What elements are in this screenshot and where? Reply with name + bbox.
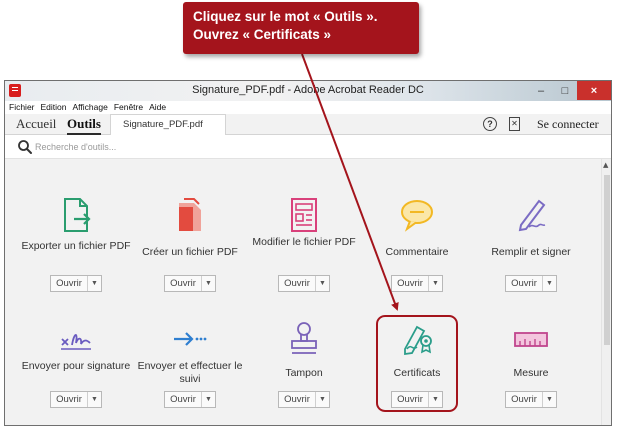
mobile-link-icon[interactable]: ✕ [509, 117, 520, 131]
minimize-button[interactable]: – [529, 81, 553, 100]
tool-send-track[interactable]: Envoyer et effectuer le suivi Ouvrir ▼ [135, 319, 245, 408]
tool-send-signature[interactable]: Envoyer pour signature Ouvrir ▼ [21, 319, 131, 408]
tools-grid: Exporter un fichier PDF Ouvrir ▼ Créer un… [5, 159, 601, 425]
open-button[interactable]: Ouvrir ▼ [391, 275, 443, 292]
export-pdf-icon [64, 198, 91, 232]
create-pdf-icon [179, 198, 201, 231]
chevron-down-icon[interactable]: ▼ [88, 392, 101, 407]
tab-document[interactable]: Signature_PDF.pdf [110, 114, 226, 135]
tool-stamp[interactable]: Tampon Ouvrir ▼ [249, 319, 359, 408]
fill-sign-icon [518, 199, 546, 232]
open-button[interactable]: Ouvrir ▼ [278, 275, 330, 292]
open-button[interactable]: Ouvrir ▼ [164, 391, 216, 408]
vertical-scrollbar[interactable]: ▲ [601, 159, 611, 425]
tool-export-pdf[interactable]: Exporter un fichier PDF Ouvrir ▼ [21, 195, 131, 292]
menu-fenetre[interactable]: Fenêtre [114, 101, 143, 114]
window-title: Signature_PDF.pdf - Adobe Acrobat Reader… [192, 84, 424, 96]
tool-label: Créer un fichier PDF [142, 246, 238, 258]
open-button[interactable]: Ouvrir ▼ [505, 391, 557, 408]
chevron-down-icon[interactable]: ▼ [316, 392, 329, 407]
tool-fill-sign[interactable]: Remplir et signer Ouvrir ▼ [476, 195, 586, 292]
chevron-down-icon[interactable]: ▼ [316, 276, 329, 291]
tool-measure[interactable]: Mesure Ouvrir ▼ [476, 319, 586, 408]
window-controls: – □ × [529, 81, 611, 100]
chevron-down-icon[interactable]: ▼ [543, 276, 556, 291]
measure-icon [514, 332, 548, 347]
open-button[interactable]: Ouvrir ▼ [164, 275, 216, 292]
tool-create-pdf[interactable]: Créer un fichier PDF Ouvrir ▼ [135, 195, 245, 292]
comment-icon [401, 200, 433, 232]
send-track-icon [174, 332, 207, 346]
chevron-down-icon[interactable]: ▼ [202, 392, 215, 407]
screenshot: Signature_PDF.pdf - Adobe Acrobat Reader… [0, 0, 617, 432]
maximize-button[interactable]: □ [553, 81, 577, 100]
certificates-highlight-box [376, 315, 458, 412]
tool-label: Exporter un fichier PDF [21, 240, 131, 252]
tool-label: Commentaire [385, 246, 449, 258]
tool-label: Mesure [513, 367, 549, 379]
send-signature-icon [61, 334, 91, 350]
tools-search-bar [5, 135, 611, 159]
scroll-up-icon[interactable]: ▲ [603, 161, 608, 169]
chevron-down-icon[interactable]: ▼ [202, 276, 215, 291]
open-button[interactable]: Ouvrir ▼ [278, 391, 330, 408]
close-button[interactable]: × [577, 81, 611, 100]
chevron-down-icon[interactable]: ▼ [543, 392, 556, 407]
help-icon[interactable]: ? [483, 117, 497, 131]
tool-label: Envoyer pour signature [21, 360, 131, 372]
tab-bar: Accueil Outils Signature_PDF.pdf ? ✕ Se … [5, 114, 611, 135]
search-input[interactable] [35, 139, 235, 154]
tool-label: Remplir et signer [491, 246, 571, 258]
menu-bar: Fichier Edition Affichage Fenêtre Aide [5, 101, 611, 114]
callout-line-1: Cliquez sur le mot « Outils ». [193, 9, 378, 24]
open-button[interactable]: Ouvrir ▼ [50, 275, 102, 292]
menu-aide[interactable]: Aide [149, 101, 166, 114]
tool-label: Envoyer et effectuer le suivi [137, 360, 243, 385]
edit-pdf-icon [291, 198, 317, 232]
open-button[interactable]: Ouvrir ▼ [50, 391, 102, 408]
tab-outils[interactable]: Outils [67, 116, 101, 135]
callout-line-2: Ouvrez « Certificats » [193, 27, 332, 42]
tool-comment[interactable]: Commentaire Ouvrir ▼ [362, 195, 472, 292]
chevron-down-icon[interactable]: ▼ [88, 276, 101, 291]
instruction-callout: Cliquez sur le mot « Outils ». Ouvrez « … [183, 2, 419, 54]
open-button[interactable]: Ouvrir ▼ [505, 275, 557, 292]
tool-edit-pdf[interactable]: Modifier le fichier PDF Ouvrir ▼ [249, 195, 359, 292]
tab-accueil[interactable]: Accueil [16, 116, 56, 132]
chevron-down-icon[interactable]: ▼ [429, 276, 442, 291]
search-icon [18, 140, 32, 154]
tool-label: Modifier le fichier PDF [252, 236, 356, 248]
menu-edition[interactable]: Edition [41, 101, 67, 114]
menu-affichage[interactable]: Affichage [73, 101, 108, 114]
stamp-icon [291, 322, 317, 354]
scroll-thumb[interactable] [604, 175, 610, 345]
menu-fichier[interactable]: Fichier [9, 101, 35, 114]
acrobat-window: Signature_PDF.pdf - Adobe Acrobat Reader… [4, 80, 612, 426]
tool-label: Tampon [285, 367, 323, 379]
title-bar[interactable]: Signature_PDF.pdf - Adobe Acrobat Reader… [5, 81, 611, 101]
sign-in-link[interactable]: Se connecter [537, 117, 599, 132]
